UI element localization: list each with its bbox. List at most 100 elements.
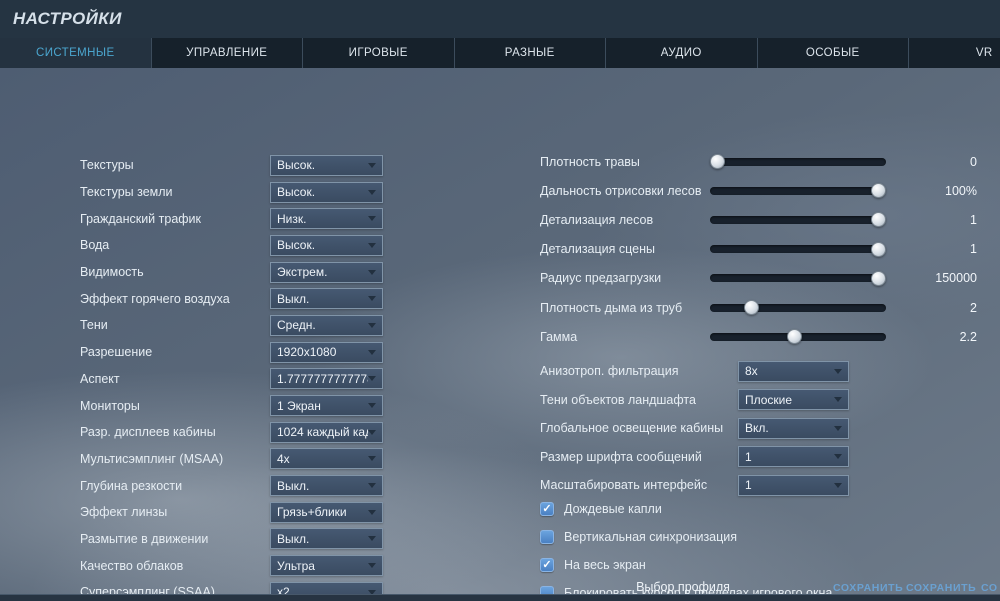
resolution-dropdown[interactable]: 1920x1080 [270, 341, 383, 363]
setting-label: Тени [80, 318, 108, 333]
checkbox-row: Вертикальная синхронизация [540, 523, 977, 551]
message-font-size-dropdown[interactable]: 1 [738, 446, 849, 468]
raindrops-checkbox[interactable]: ✓ [540, 502, 554, 516]
heat-haze-dropdown[interactable]: Выкл. [270, 288, 383, 310]
lens-effect-dropdown[interactable]: Грязь+блики [270, 501, 383, 523]
slider-knob[interactable] [871, 183, 886, 199]
chevron-down-icon [368, 296, 376, 302]
setting-row: Мультисэмплинг (MSAA) 4x [80, 446, 383, 473]
shadows-dropdown[interactable]: Средн. [270, 314, 383, 336]
slider-knob[interactable] [787, 329, 802, 345]
slider-value: 0 [970, 154, 977, 169]
slider-knob[interactable] [871, 270, 886, 286]
setting-row: Мониторы 1 Экран [80, 392, 383, 419]
water-dropdown[interactable]: Высок. [270, 234, 383, 256]
dropdown-value: Экстрем. [277, 265, 328, 280]
textures-dropdown[interactable]: Высок. [270, 154, 383, 176]
setting-row: Тени Средн. [80, 312, 383, 339]
cockpit-global-illumination-dropdown[interactable]: Вкл. [738, 417, 849, 439]
dropdown-value: Плоские [745, 392, 793, 407]
tab-vr[interactable]: VR [909, 38, 1000, 68]
setting-row: Разрешение 1920x1080 [80, 339, 383, 366]
landscape-object-shadows-dropdown[interactable]: Плоские [738, 389, 849, 411]
slider-label: Плотность дыма из труб [540, 300, 683, 315]
cloud-quality-dropdown[interactable]: Ультра [270, 555, 383, 577]
ground-textures-dropdown[interactable]: Высок. [270, 181, 383, 203]
tab-audio[interactable]: АУДИО [606, 38, 758, 68]
tab-bar: СИСТЕМНЫЕ УПРАВЛЕНИЕ ИГРОВЫЕ РАЗНЫЕ АУДИ… [0, 38, 1000, 68]
slider-knob[interactable] [744, 300, 759, 316]
slider-row: Гамма 2.2 [540, 322, 977, 351]
preload-radius-slider[interactable] [710, 270, 886, 286]
checkbox-label: На весь экран [564, 558, 646, 572]
setting-label: Качество облаков [80, 558, 184, 573]
depth-of-field-dropdown[interactable]: Выкл. [270, 475, 383, 497]
slider-row: Плотность дыма из труб 2 [540, 293, 977, 322]
setting-row: Текстуры земли Высок. [80, 179, 383, 206]
setting-row: Вода Высок. [80, 232, 383, 259]
setting-row: Текстуры Высок. [80, 152, 383, 179]
right-selects-group: Анизотроп. фильтрация 8x Тени объектов л… [540, 357, 849, 500]
chevron-down-icon [834, 368, 842, 374]
save-profile-1-link[interactable]: СОХРАНИТЬ [833, 582, 903, 594]
dropdown-value: Грязь+блики [277, 505, 347, 520]
bottom-divider [0, 594, 1000, 601]
checkbox-row: ✓ Дождевые капли [540, 495, 977, 523]
slider-value: 150000 [935, 271, 977, 286]
setting-row: Глубина резкости Выкл. [80, 472, 383, 499]
checkbox-label: Вертикальная синхронизация [564, 530, 738, 544]
slider-value: 1 [970, 242, 977, 257]
msaa-dropdown[interactable]: 4x [270, 448, 383, 470]
fullscreen-checkbox[interactable]: ✓ [540, 558, 554, 572]
vsync-checkbox[interactable] [540, 530, 554, 544]
slider-value: 100% [945, 183, 977, 198]
cockpit-display-res-dropdown[interactable]: 1024 каждый кадр [270, 421, 383, 443]
dropdown-value: Выкл. [277, 291, 310, 306]
setting-row: Тени объектов ландшафта Плоские [540, 386, 849, 415]
monitors-dropdown[interactable]: 1 Экран [270, 395, 383, 417]
grass-density-slider[interactable] [710, 154, 886, 170]
motion-blur-dropdown[interactable]: Выкл. [270, 528, 383, 550]
chevron-down-icon [368, 483, 376, 489]
tab-misc[interactable]: РАЗНЫЕ [455, 38, 606, 68]
dropdown-value: 1.7777777777778 [277, 371, 368, 386]
setting-row: Размытие в движении Выкл. [80, 526, 383, 553]
tab-controls[interactable]: УПРАВЛЕНИЕ [152, 38, 303, 68]
setting-row: Видимость Экстрем. [80, 259, 383, 286]
dropdown-value: Высок. [277, 185, 316, 200]
visibility-dropdown[interactable]: Экстрем. [270, 261, 383, 283]
setting-label: Эффект линзы [80, 505, 168, 520]
chevron-down-icon [368, 322, 376, 328]
slider-label: Гамма [540, 329, 578, 344]
save-profile-2-link[interactable]: СОХРАНИТЬ [906, 582, 976, 594]
slider-row: Детализация сцены 1 [540, 235, 977, 264]
ui-scale-dropdown[interactable]: 1 [738, 474, 849, 496]
tab-game[interactable]: ИГРОВЫЕ [303, 38, 455, 68]
forest-draw-distance-slider[interactable] [710, 183, 886, 199]
aspect-dropdown[interactable]: 1.7777777777778 [270, 368, 383, 390]
chevron-down-icon [368, 563, 376, 569]
slider-knob[interactable] [710, 154, 725, 170]
slider-row: Плотность травы 0 [540, 147, 977, 176]
slider-knob[interactable] [871, 241, 886, 257]
setting-label: Мониторы [80, 398, 140, 413]
scene-detail-slider[interactable] [710, 241, 886, 257]
anisotropic-filter-dropdown[interactable]: 8x [738, 360, 849, 382]
save-profile-3-link[interactable]: СО [981, 582, 1000, 594]
chevron-down-icon [368, 216, 376, 222]
setting-label: Тени объектов ландшафта [540, 392, 696, 407]
civil-traffic-dropdown[interactable]: Низк. [270, 208, 383, 230]
tab-special[interactable]: ОСОБЫЕ [758, 38, 909, 68]
chevron-down-icon [834, 397, 842, 403]
gamma-slider[interactable] [710, 329, 886, 345]
setting-row: Эффект линзы Грязь+блики [80, 499, 383, 526]
tab-system[interactable]: СИСТЕМНЫЕ [0, 38, 152, 68]
slider-knob[interactable] [871, 212, 886, 228]
forest-detail-slider[interactable] [710, 212, 886, 228]
header-bar: НАСТРОЙКИ [0, 0, 1000, 38]
slider-row: Дальность отрисовки лесов 100% [540, 176, 977, 205]
dropdown-value: 1 [745, 478, 752, 493]
slider-value: 2 [970, 300, 977, 315]
dropdown-value: Выкл. [277, 531, 310, 546]
chimney-smoke-density-slider[interactable] [710, 300, 886, 316]
